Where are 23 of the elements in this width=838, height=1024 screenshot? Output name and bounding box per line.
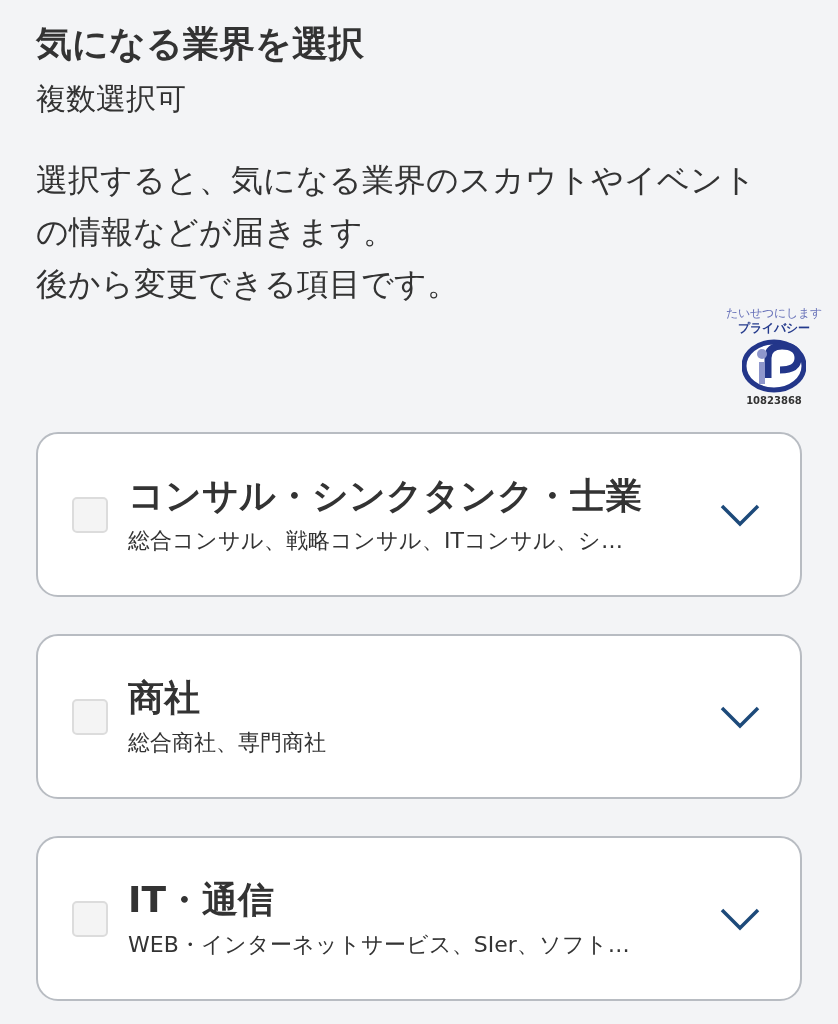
- privacy-slogan: たいせつにします プライバシー: [726, 306, 822, 336]
- industry-name: コンサル・シンクタンク・士業: [128, 473, 643, 518]
- description-line: 選択すると、気になる業界のスカウトやイベント: [36, 160, 757, 201]
- industry-examples: 総合コンサル、戦略コンサル、ITコンサル、シ…: [128, 526, 624, 555]
- industry-name: 商社: [128, 675, 201, 720]
- industry-examples: 総合商社、専門商社: [128, 728, 327, 757]
- chevron-icon[interactable]: [720, 906, 760, 931]
- industry-name: IT・通信: [128, 877, 275, 922]
- industry-card[interactable]: コンサル・シンクタンク・士業 総合コンサル、戦略コンサル、ITコンサル、シ…: [36, 432, 802, 597]
- industry-card[interactable]: IT・通信 WEB・インターネットサービス、SIer、ソフト…: [36, 836, 802, 1001]
- description-line: の情報などが届きます。: [36, 212, 396, 253]
- checkbox[interactable]: [72, 698, 108, 735]
- license-number: 10823868: [746, 394, 802, 408]
- chevron-icon[interactable]: [720, 704, 760, 729]
- privacy-mark-logo: [742, 338, 806, 394]
- checkbox[interactable]: [72, 496, 108, 533]
- industry-card[interactable]: 商社 総合商社、専門商社: [36, 634, 802, 799]
- page-title: 気になる業界を選択: [36, 22, 365, 66]
- checkbox[interactable]: [72, 900, 108, 937]
- industry-examples: WEB・インターネットサービス、SIer、ソフト…: [128, 930, 631, 959]
- description-line: 後から変更できる項目です。: [36, 264, 460, 305]
- chevron-icon[interactable]: [720, 502, 760, 527]
- hint-text: 複数選択可: [36, 80, 187, 118]
